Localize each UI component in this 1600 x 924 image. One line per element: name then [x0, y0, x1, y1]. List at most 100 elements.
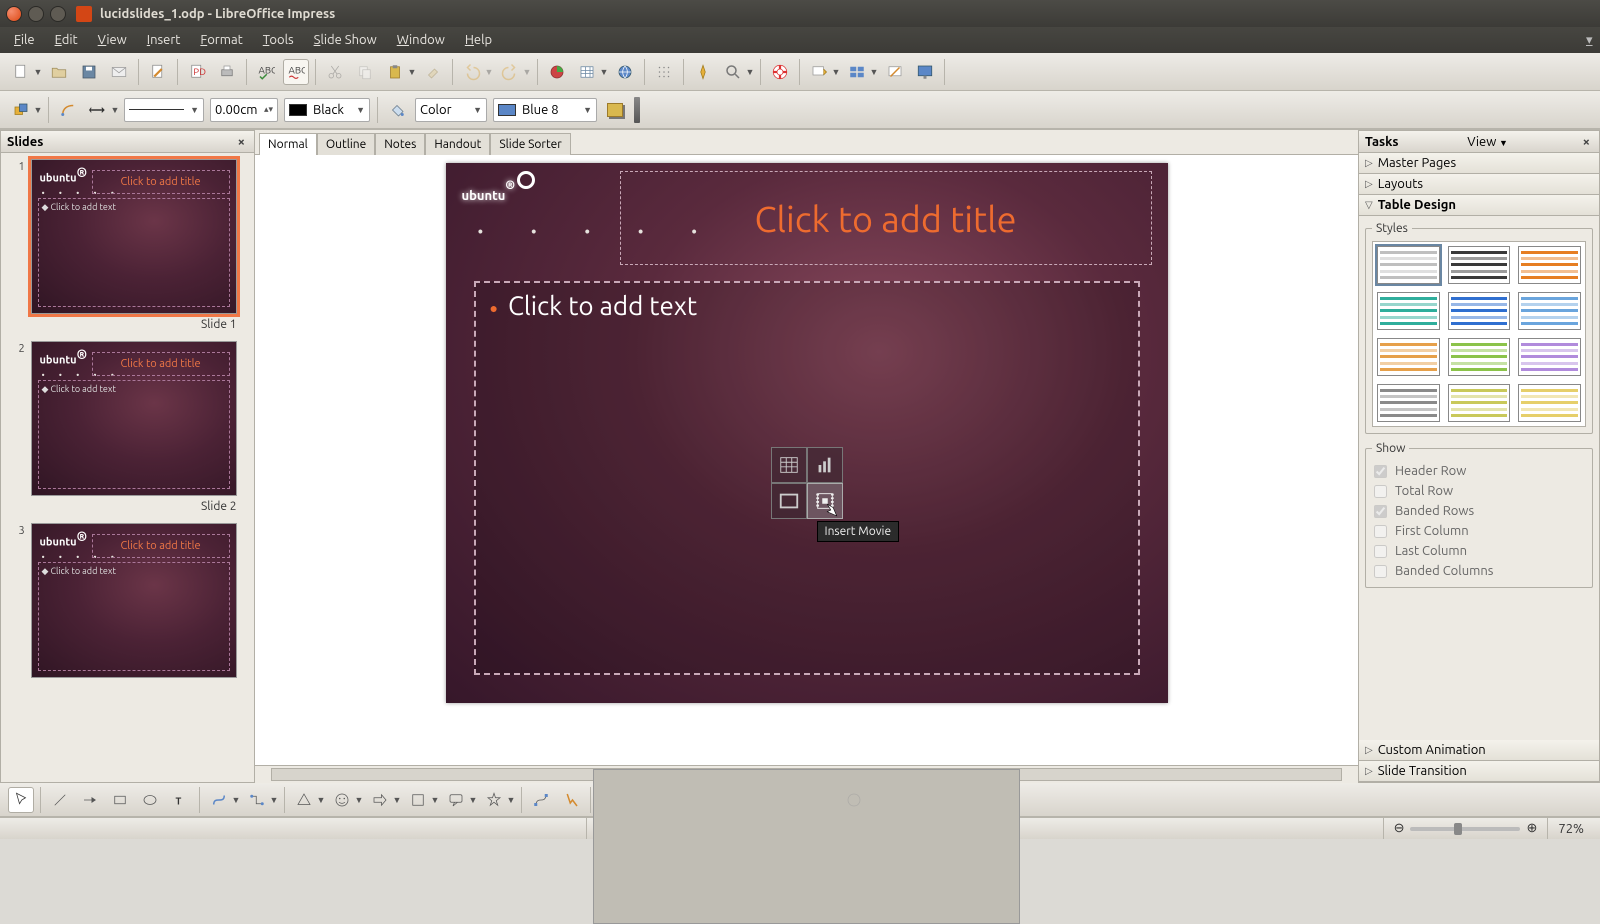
export-pdf-button[interactable]: PDF	[184, 59, 210, 85]
edit-points-button[interactable]	[528, 787, 554, 813]
tasks-view-menu[interactable]: View ▼	[1467, 135, 1508, 149]
line-tool-button[interactable]	[47, 787, 73, 813]
table-style[interactable]	[1448, 338, 1511, 376]
insert-table-icon[interactable]	[771, 447, 807, 483]
stars-dropdown[interactable]: ▼	[505, 795, 517, 805]
symbol-shapes-button[interactable]	[329, 787, 355, 813]
curve-dropdown[interactable]: ▼	[230, 795, 242, 805]
tasks-panel-close-icon[interactable]: ×	[1577, 135, 1593, 149]
callouts-dropdown[interactable]: ▼	[467, 795, 479, 805]
section-table-design[interactable]: ▽Table Design	[1359, 195, 1599, 216]
gluepoints-button[interactable]	[558, 787, 584, 813]
cut-button[interactable]	[322, 59, 348, 85]
slides-panel-close-icon[interactable]: ×	[235, 135, 248, 149]
arrow-style-button[interactable]	[85, 97, 111, 123]
window-maximize-button[interactable]	[50, 6, 66, 22]
redo-dropdown[interactable]: ▼	[521, 67, 533, 77]
table-style[interactable]	[1377, 292, 1440, 330]
menu-view[interactable]: View	[88, 29, 137, 51]
text-tool-button[interactable]: T	[167, 787, 193, 813]
menu-format[interactable]: Format	[190, 29, 252, 51]
grid-button[interactable]	[651, 59, 677, 85]
section-custom-animation[interactable]: ▷Custom Animation	[1359, 740, 1599, 761]
connector-tool-button[interactable]	[244, 787, 270, 813]
flowchart-dropdown[interactable]: ▼	[429, 795, 441, 805]
show-option[interactable]: Header Row	[1372, 461, 1586, 481]
fill-bucket-button[interactable]	[384, 97, 410, 123]
table-style[interactable]	[1448, 292, 1511, 330]
slide-canvas-wrap[interactable]: ubuntu® • • • • • Click to add title Cli…	[255, 155, 1358, 765]
spellcheck-button[interactable]: ABC	[253, 59, 279, 85]
symbol-shapes-dropdown[interactable]: ▼	[353, 795, 365, 805]
table-style[interactable]	[1518, 292, 1581, 330]
show-option[interactable]: Last Column	[1372, 541, 1586, 561]
new-doc-dropdown[interactable]: ▼	[32, 67, 44, 77]
redo-button[interactable]	[497, 59, 523, 85]
table-style[interactable]	[1448, 384, 1511, 422]
table-style[interactable]	[1377, 246, 1440, 284]
shadow-button[interactable]	[602, 97, 628, 123]
view-tab-slide-sorter[interactable]: Slide Sorter	[490, 133, 570, 155]
save-button[interactable]	[76, 59, 102, 85]
table-style[interactable]	[1377, 384, 1440, 422]
menu-window[interactable]: Window	[387, 29, 455, 51]
copy-button[interactable]	[352, 59, 378, 85]
view-tab-notes[interactable]: Notes	[375, 133, 425, 155]
table-style[interactable]	[1448, 246, 1511, 284]
content-placeholder[interactable]: Click to add text Insert Movie	[474, 281, 1140, 675]
show-option[interactable]: Banded Rows	[1372, 501, 1586, 521]
slide-layout-dropdown[interactable]: ▼	[868, 67, 880, 77]
line-width-spinner[interactable]: 0.00cm▴▾	[210, 98, 278, 122]
basic-shapes-button[interactable]	[291, 787, 317, 813]
print-button[interactable]	[214, 59, 240, 85]
checkbox[interactable]	[1374, 485, 1387, 498]
checkbox[interactable]	[1374, 545, 1387, 558]
zoom-dropdown[interactable]: ▼	[744, 67, 756, 77]
zoom-value[interactable]: 72%	[1547, 818, 1594, 839]
zoom-button[interactable]	[720, 59, 746, 85]
table-button[interactable]	[574, 59, 600, 85]
slide-canvas[interactable]: ubuntu® • • • • • Click to add title Cli…	[446, 163, 1168, 703]
menu-help[interactable]: Help	[455, 29, 502, 51]
hyperlink-button[interactable]	[612, 59, 638, 85]
section-master-pages[interactable]: ▷Master Pages	[1359, 153, 1599, 174]
table-dropdown[interactable]: ▼	[598, 67, 610, 77]
table-style[interactable]	[1518, 338, 1581, 376]
menu-tools[interactable]: Tools	[253, 29, 304, 51]
table-style[interactable]	[1518, 246, 1581, 284]
horizontal-scrollbar[interactable]	[255, 765, 1358, 783]
menu-slideshow[interactable]: Slide Show	[304, 29, 387, 51]
insert-chart-icon[interactable]	[807, 447, 843, 483]
connector-dropdown[interactable]: ▼	[268, 795, 280, 805]
section-slide-transition[interactable]: ▷Slide Transition	[1359, 761, 1599, 782]
slide-design-button[interactable]	[882, 59, 908, 85]
undo-dropdown[interactable]: ▼	[483, 67, 495, 77]
paste-dropdown[interactable]: ▼	[406, 67, 418, 77]
open-button[interactable]	[46, 59, 72, 85]
slide-thumbnail[interactable]: ubuntu®• • • • • Click to add title◆ Cli…	[31, 523, 237, 678]
slide-thumbnail[interactable]: ubuntu®• • • • • Click to add title◆ Cli…	[31, 341, 237, 496]
rectangle-tool-button[interactable]	[107, 787, 133, 813]
insert-image-icon[interactable]	[771, 483, 807, 519]
start-slideshow-button[interactable]	[912, 59, 938, 85]
window-minimize-button[interactable]	[28, 6, 44, 22]
zoom-out-icon[interactable]: ⊖	[1394, 821, 1405, 836]
menu-file[interactable]: File	[4, 29, 45, 51]
zoom-control[interactable]: ⊖ ⊕	[1383, 818, 1548, 839]
menu-edit[interactable]: Edit	[45, 29, 88, 51]
show-option[interactable]: Total Row	[1372, 481, 1586, 501]
fill-mode-combo[interactable]: Color▼	[415, 98, 487, 122]
undo-button[interactable]	[459, 59, 485, 85]
title-placeholder[interactable]: Click to add title	[620, 171, 1152, 265]
window-close-button[interactable]	[6, 6, 22, 22]
edit-file-button[interactable]	[145, 59, 171, 85]
toolbar-grip[interactable]	[634, 97, 640, 123]
slideshow-dropdown[interactable]: ▼	[830, 67, 842, 77]
table-style[interactable]	[1518, 384, 1581, 422]
arrow-style-dropdown[interactable]: ▼	[109, 105, 121, 115]
line-color-combo[interactable]: Black▼	[284, 98, 370, 122]
block-arrows-dropdown[interactable]: ▼	[391, 795, 403, 805]
section-layouts[interactable]: ▷Layouts	[1359, 174, 1599, 195]
arrange-button[interactable]	[8, 97, 34, 123]
table-style[interactable]	[1377, 338, 1440, 376]
